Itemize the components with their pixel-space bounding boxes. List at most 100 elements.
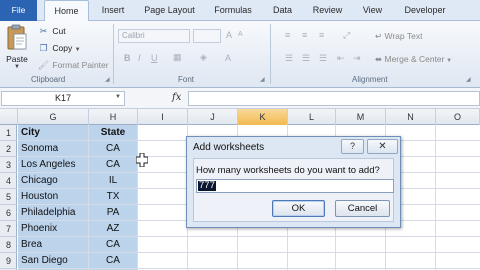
copy-icon: ❐ — [39, 43, 48, 53]
column-header-i[interactable]: I — [138, 109, 188, 125]
chevron-down-icon[interactable]: ▼ — [75, 47, 81, 53]
tab-view[interactable]: View — [360, 0, 385, 21]
dialog-body: How many worksheets do you want to add? … — [193, 158, 394, 222]
scissors-icon: ✂ — [39, 26, 48, 36]
tab-review[interactable]: Review — [310, 0, 345, 21]
fill-color-icon[interactable]: ◈ — [200, 52, 207, 63]
column-header-j[interactable]: J — [188, 109, 238, 125]
name-box[interactable]: K17 — [1, 91, 125, 106]
table-row-city[interactable]: Sonoma — [21, 141, 87, 157]
help-button[interactable]: ? — [341, 139, 364, 154]
table-row-state[interactable]: AZ — [89, 221, 137, 237]
align-left-icon[interactable]: ☰ — [285, 53, 293, 64]
row-headers: 1 2 3 4 5 6 7 8 9 — [0, 125, 17, 270]
grid-line — [137, 125, 138, 270]
table-row-city[interactable]: Philadelphia — [21, 205, 87, 221]
ok-button[interactable]: OK — [272, 200, 325, 217]
column-header-o[interactable]: O — [436, 109, 480, 125]
cut-button[interactable]: ✂ Cut — [37, 25, 66, 38]
align-top-icon[interactable]: ≡ — [285, 30, 290, 40]
column-header-k[interactable]: K — [238, 109, 288, 125]
grid-line — [18, 252, 480, 253]
align-right-icon[interactable]: ☰ — [319, 53, 327, 64]
table-row-city[interactable]: Houston — [21, 189, 87, 205]
table-row-state[interactable]: PA — [89, 205, 137, 221]
italic-icon[interactable]: I — [138, 53, 141, 63]
select-all-corner[interactable] — [0, 109, 18, 125]
tab-page-layout[interactable]: Page Layout — [142, 0, 197, 21]
worksheet-count-input[interactable] — [196, 179, 394, 193]
paste-button[interactable]: Paste ▼ — [4, 24, 30, 72]
table-row-state[interactable]: CA — [89, 237, 137, 253]
align-center-icon[interactable]: ☰ — [302, 53, 310, 64]
table-row-state[interactable]: TX — [89, 189, 137, 205]
font-name-select[interactable]: Calibri — [118, 29, 190, 43]
formula-input[interactable] — [188, 91, 480, 106]
row-header[interactable]: 7 — [0, 221, 17, 237]
table-row-city[interactable]: Phoenix — [21, 221, 87, 237]
alignment-launcher-icon[interactable]: ◢ — [466, 76, 471, 83]
table-row-state[interactable]: CA — [89, 253, 137, 269]
column-header-m[interactable]: M — [336, 109, 386, 125]
font-color-icon[interactable]: A — [225, 53, 231, 63]
insert-function-icon[interactable]: fx — [172, 92, 181, 103]
cross-cursor-icon — [136, 153, 148, 167]
format-painter-button[interactable]: 🖌 Format Painter — [37, 59, 109, 72]
close-button[interactable]: ✕ — [367, 139, 398, 154]
tab-insert[interactable]: Insert — [97, 0, 129, 21]
tab-formulas[interactable]: Formulas — [211, 0, 255, 21]
wrap-text-label: Wrap Text — [384, 31, 423, 41]
chevron-down-icon[interactable]: ▼ — [14, 64, 20, 70]
tab-developer[interactable]: Developer — [400, 0, 450, 21]
table-row-city[interactable]: Chicago — [21, 173, 87, 189]
row-header[interactable]: 1 — [0, 125, 17, 141]
row-header[interactable]: 8 — [0, 237, 17, 253]
grow-font-icon[interactable]: A — [226, 30, 232, 40]
table-row-state[interactable]: CA — [89, 141, 137, 157]
borders-icon[interactable]: ▦ — [173, 52, 182, 63]
clipboard-icon — [7, 24, 27, 50]
clipboard-launcher-icon[interactable]: ◢ — [105, 76, 110, 83]
shrink-font-icon[interactable]: A — [238, 31, 243, 38]
row-header[interactable]: 2 — [0, 141, 17, 157]
tab-home[interactable]: Home — [44, 0, 89, 22]
row-header[interactable]: 9 — [0, 253, 17, 269]
column-header-g[interactable]: G — [18, 109, 89, 125]
copy-button[interactable]: ❐ Copy ▼ — [37, 42, 81, 55]
table-row-state[interactable]: CA — [89, 157, 137, 173]
dialog-title: Add worksheets — [193, 142, 265, 153]
font-size-select[interactable] — [193, 29, 221, 43]
table-row-city[interactable]: Los Angeles — [21, 157, 87, 173]
table-row-city[interactable]: San Diego — [21, 253, 87, 269]
table-row-city[interactable]: Brea — [21, 237, 87, 253]
table-row-state[interactable]: IL — [89, 173, 137, 189]
wrap-text-button[interactable]: ↵ Wrap Text — [375, 31, 422, 42]
chevron-down-icon[interactable]: ▼ — [115, 94, 121, 100]
paintbrush-icon: 🖌 — [37, 60, 50, 70]
tab-data[interactable]: Data — [270, 0, 295, 21]
chevron-down-icon[interactable]: ▼ — [444, 58, 452, 64]
column-header-n[interactable]: N — [386, 109, 436, 125]
align-middle-icon[interactable]: ≡ — [302, 30, 307, 40]
row-header[interactable]: 3 — [0, 157, 17, 173]
row-header[interactable]: 6 — [0, 205, 17, 221]
merge-center-button[interactable]: ⬌ Merge & Center ▼ — [375, 54, 452, 65]
cell-g1[interactable]: City — [21, 125, 87, 141]
align-bottom-icon[interactable]: ≡ — [319, 30, 324, 40]
decrease-indent-icon[interactable]: ⇤ — [337, 53, 345, 64]
orientation-icon[interactable]: ⤢ — [343, 30, 350, 41]
cancel-button[interactable]: Cancel — [335, 200, 390, 217]
increase-indent-icon[interactable]: ⇥ — [353, 53, 361, 64]
font-launcher-icon[interactable]: ◢ — [260, 76, 265, 83]
dialog-prompt: How many worksheets do you want to add? — [196, 165, 380, 176]
ribbon-tabs: File Home Insert Page Layout Formulas Da… — [0, 0, 480, 22]
underline-icon[interactable]: U — [151, 53, 158, 63]
cell-h1[interactable]: State — [89, 125, 137, 141]
tab-file[interactable]: File — [0, 0, 37, 21]
row-header[interactable]: 4 — [0, 173, 17, 189]
format-painter-label: Format Painter — [52, 60, 109, 70]
column-header-h[interactable]: H — [89, 109, 138, 125]
row-header[interactable]: 5 — [0, 189, 17, 205]
column-header-l[interactable]: L — [288, 109, 336, 125]
bold-icon[interactable]: B — [124, 53, 131, 63]
